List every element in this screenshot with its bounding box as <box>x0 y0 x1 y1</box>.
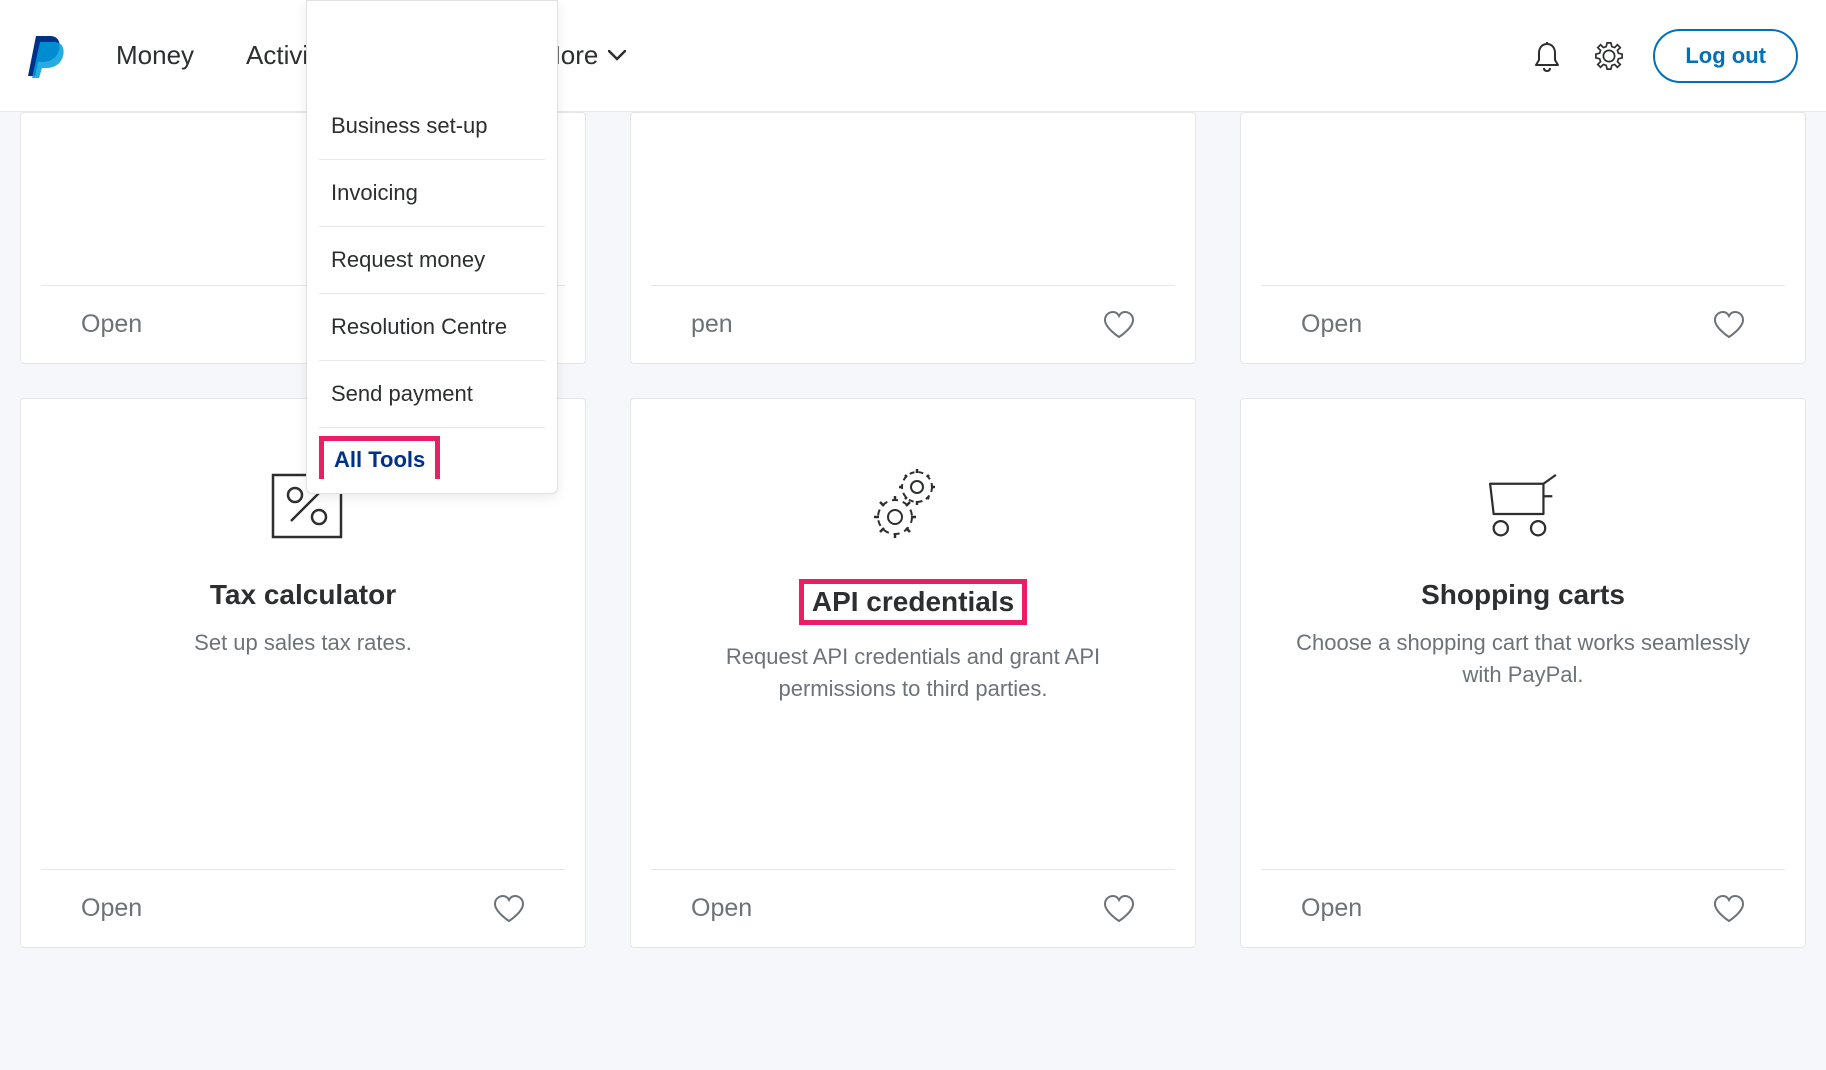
card-description: Request API credentials and grant API pe… <box>661 641 1165 705</box>
open-link[interactable]: Open <box>81 310 142 339</box>
tool-card-shopping-carts: Shopping carts Choose a shopping cart th… <box>1240 398 1806 948</box>
header: Money Activity Tools More Log out <box>0 0 1826 112</box>
api-credentials-highlight: API credentials <box>799 579 1027 625</box>
tool-card-api-credentials: API credentials Request API credentials … <box>630 398 1196 948</box>
heart-icon[interactable] <box>1713 895 1745 923</box>
open-link[interactable]: Open <box>81 894 142 923</box>
dropdown-business-setup[interactable]: Business set-up <box>319 93 545 160</box>
card-title: Tax calculator <box>210 579 396 611</box>
tools-dropdown: Business set-up Invoicing Request money … <box>306 0 558 494</box>
card-description: Choose a shopping cart that works seamle… <box>1271 627 1775 691</box>
card-footer: Open <box>1261 285 1785 363</box>
card-footer: pen <box>651 285 1175 363</box>
tool-card-partial-2: pen <box>630 112 1196 364</box>
heart-icon[interactable] <box>1103 895 1135 923</box>
card-body <box>1241 113 1805 285</box>
content: Open pen Open <box>0 112 1826 948</box>
open-link[interactable]: pen <box>691 310 733 339</box>
gear-icon <box>1594 41 1624 71</box>
heart-icon[interactable] <box>493 895 525 923</box>
card-row-partial: Open pen Open <box>20 112 1806 398</box>
open-link[interactable]: Open <box>691 894 752 923</box>
card-body: API credentials Request API credentials … <box>631 399 1195 869</box>
header-right: Log out <box>1529 29 1798 83</box>
bell-icon <box>1533 40 1561 72</box>
tool-card-partial-3: Open <box>1240 112 1806 364</box>
paypal-logo-icon <box>28 34 64 78</box>
dropdown-invoicing[interactable]: Invoicing <box>319 160 545 227</box>
chevron-down-icon <box>608 50 626 61</box>
logout-button[interactable]: Log out <box>1653 29 1798 83</box>
card-footer: Open <box>41 869 565 947</box>
card-body: Shopping carts Choose a shopping cart th… <box>1241 399 1805 869</box>
heart-icon[interactable] <box>1713 311 1745 339</box>
dropdown-request-money[interactable]: Request money <box>319 227 545 294</box>
dropdown-all-tools[interactable]: All Tools <box>319 436 440 479</box>
card-footer: Open <box>651 869 1175 947</box>
nav-money[interactable]: Money <box>112 32 198 79</box>
shopping-cart-icon <box>1483 469 1563 543</box>
gears-icon <box>873 469 953 543</box>
open-link[interactable]: Open <box>1301 310 1362 339</box>
card-title: Shopping carts <box>1421 579 1625 611</box>
card-row-2: Tax calculator Set up sales tax rates. O… <box>20 398 1806 948</box>
open-link[interactable]: Open <box>1301 894 1362 923</box>
paypal-logo[interactable] <box>28 34 64 78</box>
heart-icon[interactable] <box>1103 311 1135 339</box>
dropdown-resolution-centre[interactable]: Resolution Centre <box>319 294 545 361</box>
card-description: Set up sales tax rates. <box>184 627 422 659</box>
card-title: API credentials <box>812 586 1014 618</box>
card-body <box>631 113 1195 285</box>
card-footer: Open <box>1261 869 1785 947</box>
dropdown-send-payment[interactable]: Send payment <box>319 361 545 428</box>
notifications-button[interactable] <box>1529 38 1565 74</box>
settings-button[interactable] <box>1591 38 1627 74</box>
